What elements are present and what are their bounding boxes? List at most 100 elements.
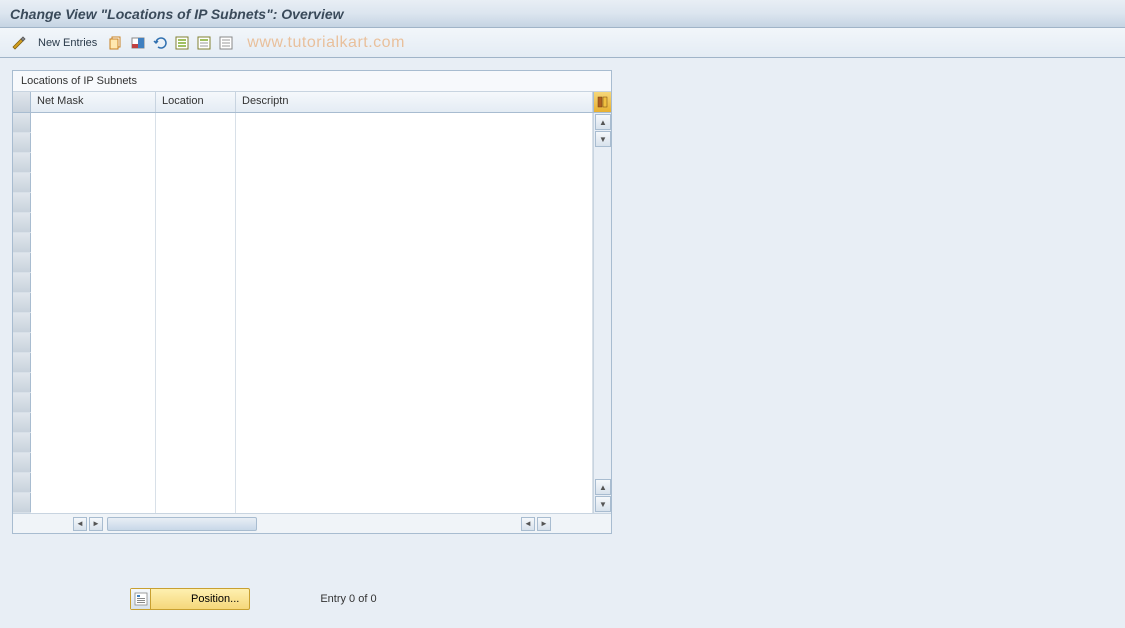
- cell-descriptn[interactable]: [236, 373, 593, 393]
- cell-location[interactable]: [156, 453, 236, 473]
- row-selector[interactable]: [13, 113, 31, 132]
- table-row[interactable]: [13, 213, 593, 233]
- scroll-up-icon[interactable]: ▲: [595, 114, 611, 130]
- cell-descriptn[interactable]: [236, 173, 593, 193]
- cell-netmask[interactable]: [31, 253, 156, 273]
- table-row[interactable]: [13, 273, 593, 293]
- deselect-all-icon[interactable]: [217, 34, 235, 52]
- cell-netmask[interactable]: [31, 273, 156, 293]
- cell-netmask[interactable]: [31, 333, 156, 353]
- cell-location[interactable]: [156, 413, 236, 433]
- row-selector[interactable]: [13, 473, 31, 492]
- cell-location[interactable]: [156, 293, 236, 313]
- cell-netmask[interactable]: [31, 433, 156, 453]
- select-all-icon[interactable]: [173, 34, 191, 52]
- cell-location[interactable]: [156, 213, 236, 233]
- cell-descriptn[interactable]: [236, 413, 593, 433]
- cell-netmask[interactable]: [31, 473, 156, 493]
- cell-descriptn[interactable]: [236, 193, 593, 213]
- row-selector[interactable]: [13, 393, 31, 412]
- table-row[interactable]: [13, 333, 593, 353]
- cell-descriptn[interactable]: [236, 453, 593, 473]
- row-selector[interactable]: [13, 313, 31, 332]
- cell-netmask[interactable]: [31, 233, 156, 253]
- cell-location[interactable]: [156, 313, 236, 333]
- cell-netmask[interactable]: [31, 413, 156, 433]
- table-row[interactable]: [13, 413, 593, 433]
- row-selector[interactable]: [13, 353, 31, 372]
- row-selector[interactable]: [13, 233, 31, 252]
- table-row[interactable]: [13, 473, 593, 493]
- column-header-descriptn[interactable]: Descriptn: [236, 92, 593, 112]
- cell-descriptn[interactable]: [236, 473, 593, 493]
- scroll-right-step-icon[interactable]: ◄: [521, 517, 535, 531]
- cell-descriptn[interactable]: [236, 433, 593, 453]
- cell-netmask[interactable]: [31, 133, 156, 153]
- cell-descriptn[interactable]: [236, 313, 593, 333]
- table-row[interactable]: [13, 353, 593, 373]
- table-row[interactable]: [13, 233, 593, 253]
- cell-descriptn[interactable]: [236, 333, 593, 353]
- column-header-location[interactable]: Location: [156, 92, 236, 112]
- cell-location[interactable]: [156, 373, 236, 393]
- cell-descriptn[interactable]: [236, 293, 593, 313]
- column-header-netmask[interactable]: Net Mask: [31, 92, 156, 112]
- table-row[interactable]: [13, 113, 593, 133]
- row-selector[interactable]: [13, 213, 31, 232]
- cell-netmask[interactable]: [31, 313, 156, 333]
- cell-netmask[interactable]: [31, 353, 156, 373]
- cell-location[interactable]: [156, 393, 236, 413]
- row-selector[interactable]: [13, 133, 31, 152]
- cell-location[interactable]: [156, 113, 236, 133]
- cell-descriptn[interactable]: [236, 233, 593, 253]
- cell-descriptn[interactable]: [236, 253, 593, 273]
- vertical-scrollbar[interactable]: ▲ ▼ ▲ ▼: [593, 113, 611, 513]
- cell-descriptn[interactable]: [236, 273, 593, 293]
- scroll-up-step-icon[interactable]: ▼: [595, 131, 611, 147]
- table-row[interactable]: [13, 293, 593, 313]
- row-selector[interactable]: [13, 433, 31, 452]
- cell-descriptn[interactable]: [236, 353, 593, 373]
- scroll-right-icon[interactable]: ►: [537, 517, 551, 531]
- cell-location[interactable]: [156, 433, 236, 453]
- cell-netmask[interactable]: [31, 493, 156, 513]
- cell-location[interactable]: [156, 253, 236, 273]
- undo-change-icon[interactable]: [151, 34, 169, 52]
- table-row[interactable]: [13, 453, 593, 473]
- cell-netmask[interactable]: [31, 453, 156, 473]
- delete-icon[interactable]: [129, 34, 147, 52]
- cell-location[interactable]: [156, 153, 236, 173]
- scroll-down-step-icon[interactable]: ▲: [595, 479, 611, 495]
- toggle-display-change-icon[interactable]: [10, 34, 28, 52]
- cell-location[interactable]: [156, 173, 236, 193]
- cell-netmask[interactable]: [31, 293, 156, 313]
- cell-location[interactable]: [156, 133, 236, 153]
- horizontal-scrollbar[interactable]: ◄ ► ◄ ►: [13, 513, 611, 533]
- table-row[interactable]: [13, 253, 593, 273]
- table-row[interactable]: [13, 393, 593, 413]
- cell-location[interactable]: [156, 353, 236, 373]
- position-button[interactable]: Position...: [130, 588, 250, 610]
- row-selector[interactable]: [13, 493, 31, 512]
- cell-descriptn[interactable]: [236, 113, 593, 133]
- table-row[interactable]: [13, 133, 593, 153]
- row-selector[interactable]: [13, 413, 31, 432]
- table-row[interactable]: [13, 433, 593, 453]
- cell-location[interactable]: [156, 473, 236, 493]
- table-row[interactable]: [13, 193, 593, 213]
- scroll-left-step-icon[interactable]: ►: [89, 517, 103, 531]
- row-selector[interactable]: [13, 193, 31, 212]
- row-selector[interactable]: [13, 373, 31, 392]
- cell-descriptn[interactable]: [236, 153, 593, 173]
- cell-netmask[interactable]: [31, 113, 156, 133]
- row-selector[interactable]: [13, 173, 31, 192]
- grid-header-selector[interactable]: [13, 92, 31, 112]
- table-row[interactable]: [13, 373, 593, 393]
- scroll-thumb[interactable]: [107, 517, 257, 531]
- row-selector[interactable]: [13, 333, 31, 352]
- cell-netmask[interactable]: [31, 373, 156, 393]
- cell-descriptn[interactable]: [236, 213, 593, 233]
- cell-location[interactable]: [156, 333, 236, 353]
- row-selector[interactable]: [13, 273, 31, 292]
- table-row[interactable]: [13, 493, 593, 513]
